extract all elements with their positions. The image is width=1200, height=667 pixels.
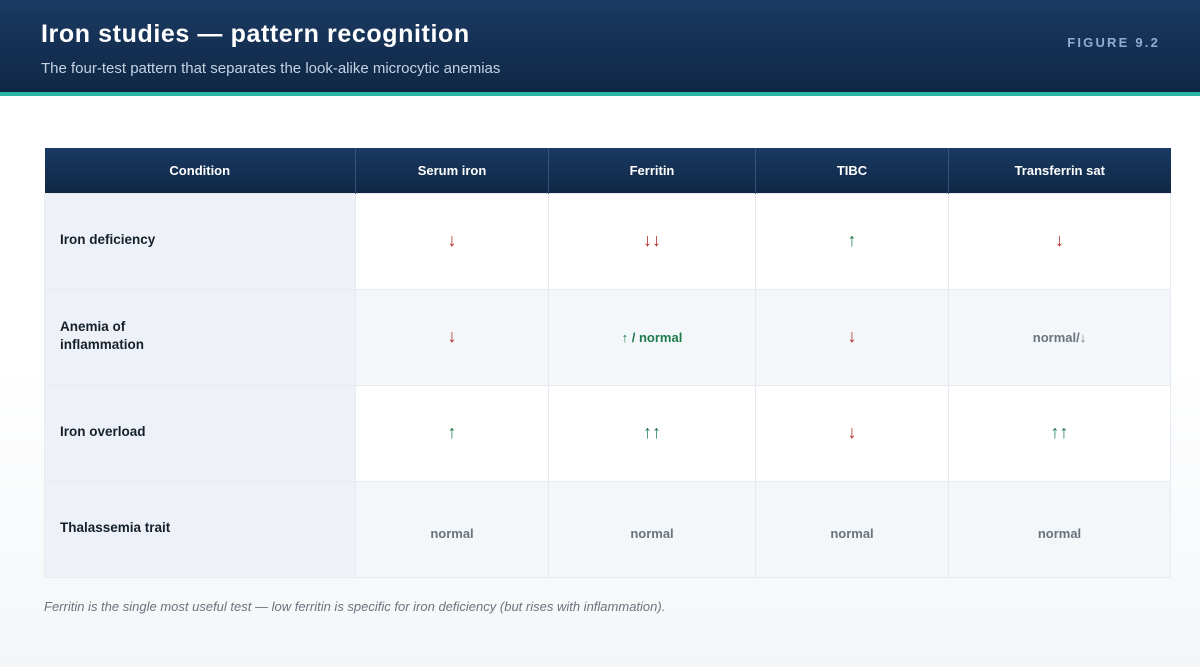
row-condition-label: Iron overload <box>44 385 356 482</box>
table-cell: normal <box>548 481 756 578</box>
condition-text: Anemia of inflammation <box>60 319 145 352</box>
iron-studies-table: Condition Serum iron Ferritin TIBC Trans… <box>44 148 1171 578</box>
table-header-row: Condition Serum iron Ferritin TIBC Trans… <box>44 148 1171 194</box>
page-subtitle: The four-test pattern that separates the… <box>41 60 501 77</box>
cell-value: normal <box>430 526 474 541</box>
cell-value: normal <box>1037 526 1082 541</box>
figure-label: FIGURE 9.2 <box>1067 35 1160 50</box>
table-cell: normal/↓ <box>948 289 1171 386</box>
cell-value: normal <box>830 526 874 541</box>
table-cell: ↓ <box>755 289 949 386</box>
table-cell: ↓ <box>948 193 1171 290</box>
table-cell: ↓ <box>355 289 549 386</box>
table-cell: ↑ <box>755 193 949 290</box>
cell-value: ↑ <box>447 421 457 442</box>
table-cell: ↑↑ <box>548 385 756 482</box>
cell-value: ↑ <box>847 229 857 250</box>
cell-value: ↑↑ <box>1050 421 1069 442</box>
table-row: Iron overload ↑ ↑↑ ↓ ↑↑ <box>44 385 1171 482</box>
table-cell: normal <box>755 481 949 578</box>
table-cell: normal <box>355 481 549 578</box>
column-header-transferrin-sat: Transferrin sat <box>948 148 1171 194</box>
table-cell: normal <box>948 481 1171 578</box>
column-header-tibc: TIBC <box>755 148 949 194</box>
table-cell: ↑ <box>355 385 549 482</box>
page-title: Iron studies — pattern recognition <box>41 20 470 48</box>
cell-value: ↓ <box>447 229 457 250</box>
row-condition-label: Thalassemia trait <box>44 481 356 578</box>
cell-value: normal/↓ <box>1032 329 1087 345</box>
table-cell: ↓ <box>755 385 949 482</box>
column-header-serum-iron: Serum iron <box>355 148 549 194</box>
column-header-condition: Condition <box>44 148 356 194</box>
table-cell: ↑ / normal <box>548 289 756 386</box>
header-banner: Iron studies — pattern recognition The f… <box>0 0 1200 96</box>
table-row: Thalassemia trait normal normal normal n… <box>44 481 1171 578</box>
table-row: Anemia of inflammation ↓ ↑ / normal ↓ no… <box>44 289 1171 386</box>
footnote: Ferritin is the single most useful test … <box>44 599 666 614</box>
table-cell: ↓ <box>355 193 549 290</box>
row-condition-label: Iron deficiency <box>44 193 356 290</box>
cell-value: ↓ <box>847 325 857 346</box>
cell-value: ↓ <box>847 421 857 442</box>
table-row: Iron deficiency ↓ ↓↓ ↑ ↓ <box>44 193 1171 290</box>
table-cell: ↑↑ <box>948 385 1171 482</box>
cell-value: ↑↑ <box>643 421 661 442</box>
row-condition-label: Anemia of inflammation <box>44 289 356 386</box>
cell-value: ↓↓ <box>643 229 661 250</box>
cell-value: ↑ / normal <box>621 329 683 345</box>
table-cell: ↓↓ <box>548 193 756 290</box>
column-header-ferritin: Ferritin <box>548 148 756 194</box>
cell-value: ↓ <box>447 325 457 346</box>
cell-value: normal <box>630 526 674 541</box>
cell-value: ↓ <box>1055 229 1064 250</box>
